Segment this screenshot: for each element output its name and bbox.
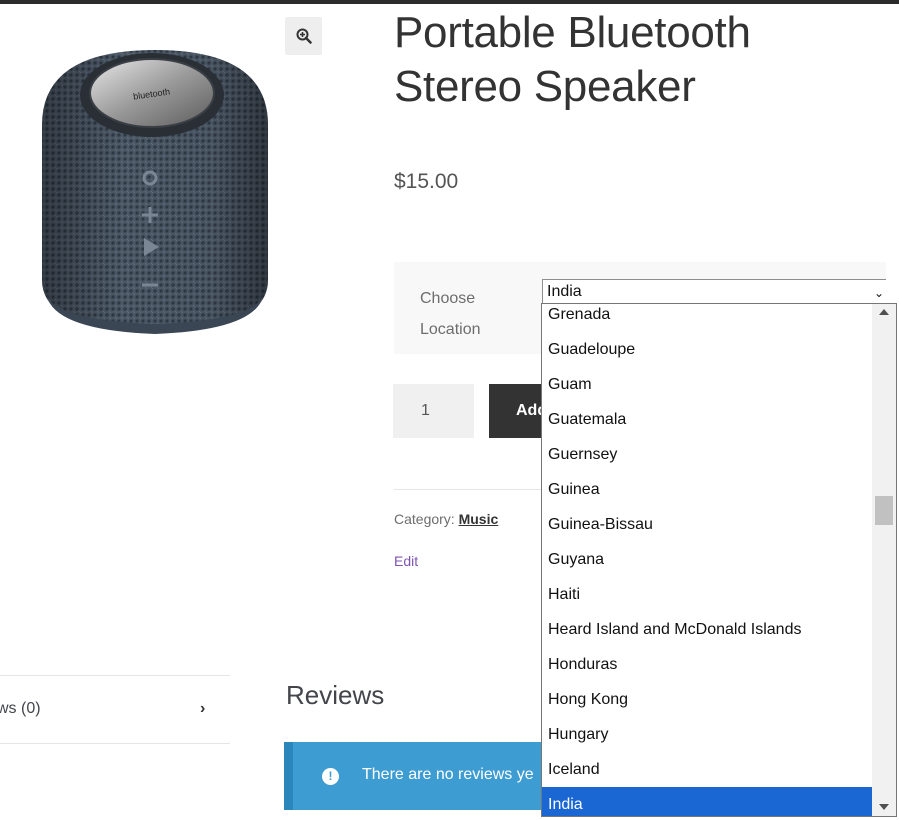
zoom-in-icon: [296, 28, 312, 44]
scroll-down-icon[interactable]: [879, 804, 889, 810]
dropdown-option[interactable]: Hungary: [542, 717, 872, 752]
speaker-image: bluetooth: [42, 50, 268, 334]
meta-divider: [394, 489, 544, 490]
location-select-value: India: [547, 283, 582, 300]
zoom-button[interactable]: [285, 17, 322, 55]
notice-border: [284, 742, 293, 810]
product-image[interactable]: bluetooth: [20, 30, 290, 350]
dropdown-option[interactable]: Guadeloupe: [542, 332, 872, 367]
variation-label: Choose Location: [420, 290, 481, 338]
tab-reviews[interactable]: ws (0) ›: [0, 676, 230, 743]
notice-text: There are no reviews ye: [362, 766, 534, 783]
dropdown-option[interactable]: Hong Kong: [542, 682, 872, 717]
location-dropdown-list[interactable]: Grenada Guadeloupe Guam Guatemala Guernsey Gu…: [541, 303, 897, 817]
dropdown-option[interactable]: Haiti: [542, 577, 872, 612]
dropdown-option[interactable]: Guam: [542, 367, 872, 402]
dropdown-option[interactable]: Heard Island and McDonald Islands: [542, 612, 872, 647]
product-title: Portable Bluetooth Stereo Speaker: [394, 8, 751, 111]
no-reviews-notice: ! There are no reviews ye: [284, 742, 584, 810]
dropdown-option[interactable]: India: [542, 787, 872, 816]
scrollbar-thumb[interactable]: [875, 496, 893, 525]
category-link[interactable]: Music: [459, 511, 499, 527]
dropdown-option[interactable]: Honduras: [542, 647, 872, 682]
scroll-up-icon[interactable]: [879, 309, 889, 315]
reviews-heading: Reviews: [286, 680, 385, 710]
edit-link[interactable]: Edit: [394, 553, 418, 569]
quantity-input[interactable]: 1: [393, 384, 474, 438]
dropdown-option[interactable]: Guinea-Bissau: [542, 507, 872, 542]
category-label: Category:: [394, 511, 455, 527]
product-price: $15.00: [394, 170, 459, 193]
dropdown-option[interactable]: Guinea: [542, 472, 872, 507]
location-select[interactable]: India ⌄: [542, 279, 886, 303]
chevron-down-icon: ⌄: [873, 286, 884, 300]
info-icon: !: [322, 768, 339, 785]
chevron-right-icon: ›: [200, 700, 206, 717]
product-category: Category: Music: [394, 511, 498, 527]
top-bar: [0, 0, 899, 4]
dropdown-option[interactable]: Iceland: [542, 752, 872, 787]
dropdown-option[interactable]: Grenada: [542, 304, 872, 332]
tab-divider: [0, 743, 230, 744]
dropdown-option[interactable]: Guyana: [542, 542, 872, 577]
tab-reviews-label: ws (0): [0, 700, 41, 717]
dropdown-option[interactable]: Guatemala: [542, 402, 872, 437]
dropdown-option[interactable]: Guernsey: [542, 437, 872, 472]
dropdown-scrollbar[interactable]: [872, 304, 896, 816]
dropdown-options: Grenada Guadeloupe Guam Guatemala Guernsey Gu…: [542, 304, 872, 816]
